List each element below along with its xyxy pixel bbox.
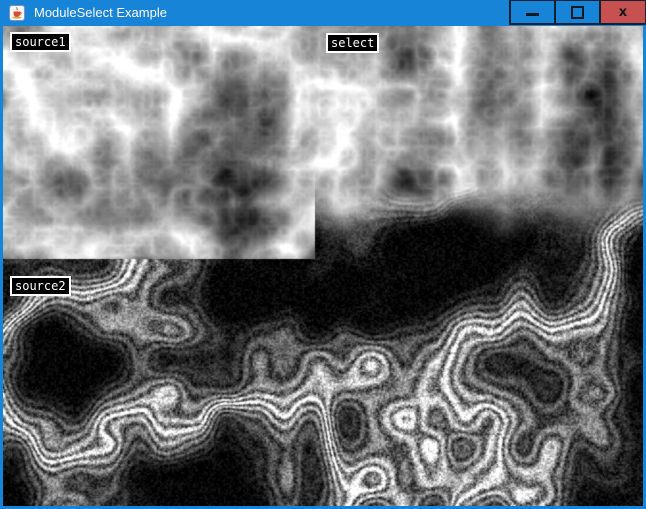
render-area: source1 select source2 [3, 26, 643, 506]
titlebar[interactable]: ModuleSelect Example x [0, 0, 646, 26]
window-controls: x [511, 0, 646, 25]
label-source1: source1 [10, 32, 71, 52]
noise-render-canvas [3, 26, 643, 506]
minimize-icon [526, 13, 539, 16]
minimize-button[interactable] [509, 0, 556, 25]
window-title: ModuleSelect Example [34, 0, 167, 26]
close-icon: x [619, 6, 627, 19]
window: ModuleSelect Example x source1 select so… [0, 0, 646, 509]
label-select: select [326, 33, 379, 53]
label-source2: source2 [10, 276, 71, 296]
maximize-icon [571, 6, 584, 19]
maximize-button[interactable] [554, 0, 601, 25]
close-button[interactable]: x [599, 0, 646, 25]
java-app-icon[interactable] [9, 5, 25, 21]
